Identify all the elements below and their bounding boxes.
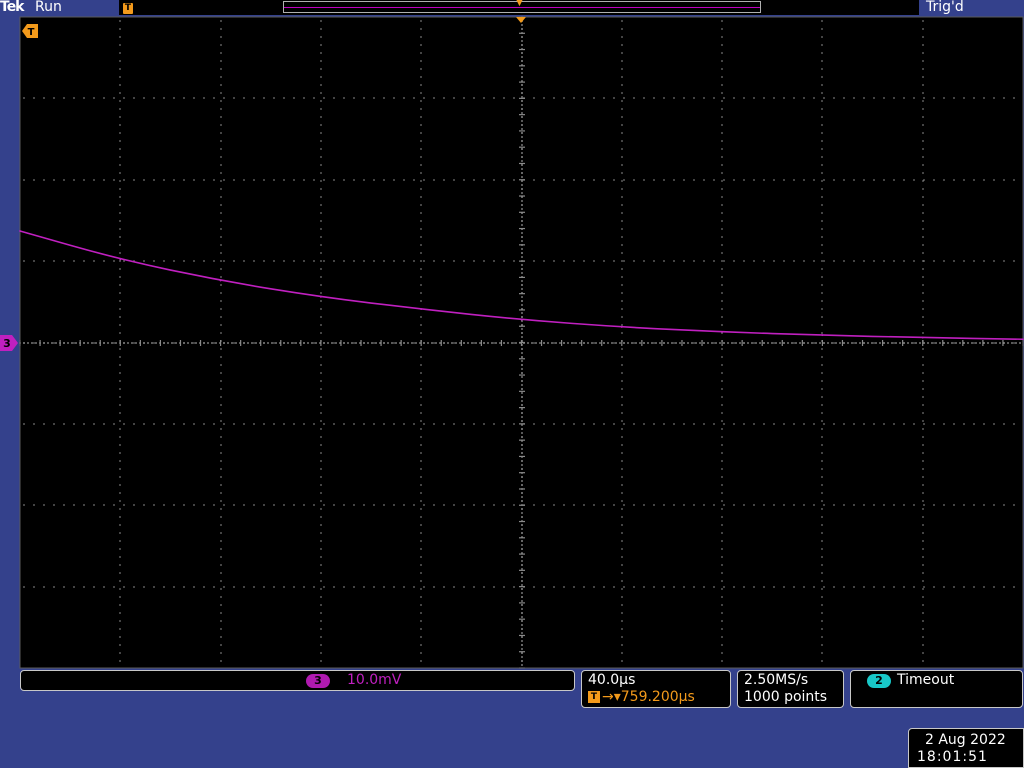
channel3-readout[interactable]: 3 10.0mV [20, 670, 575, 691]
waveform-point [320, 296, 322, 298]
channel3-ground-marker-icon[interactable]: 3 [0, 335, 18, 351]
horizontal-delay: →▾759.200µs [602, 689, 695, 705]
horizontal-readout[interactable]: 40.0µs T →▾759.200µs [581, 670, 731, 708]
waveform-point [219, 279, 222, 282]
record-length: 1000 points [744, 689, 828, 705]
waveform-point [19, 230, 21, 232]
trigger-source-badge: 2 [867, 674, 891, 688]
waveform-graticule[interactable]: T 3 [0, 0, 1024, 768]
trigger-readout[interactable]: 2 Timeout [850, 670, 1023, 708]
trigger-marker-label: T [28, 27, 35, 38]
waveform-point [520, 318, 523, 321]
channel3-marker-label: 3 [3, 337, 11, 350]
timestamp-readout: 2 Aug 2022 18:01:51 [908, 728, 1024, 768]
waveform-point [620, 326, 623, 328]
waveform-point [721, 331, 723, 333]
waveform-point [821, 334, 824, 337]
acquisition-readout[interactable]: 2.50MS/s 1000 points [737, 670, 844, 708]
sample-rate: 2.50MS/s [744, 672, 809, 688]
date: 2 Aug 2022 [925, 732, 1006, 748]
channel3-badge: 3 [306, 674, 330, 688]
trigger-mode: Timeout [897, 672, 955, 688]
waveform-point [420, 308, 423, 311]
time: 18:01:51 [917, 749, 988, 765]
horizontal-scale: 40.0µs [588, 672, 636, 688]
trigger-icon: T [588, 691, 600, 703]
waveform-point [921, 336, 924, 339]
channel3-scale: 10.0mV [347, 672, 402, 688]
waveform-point [119, 258, 122, 261]
